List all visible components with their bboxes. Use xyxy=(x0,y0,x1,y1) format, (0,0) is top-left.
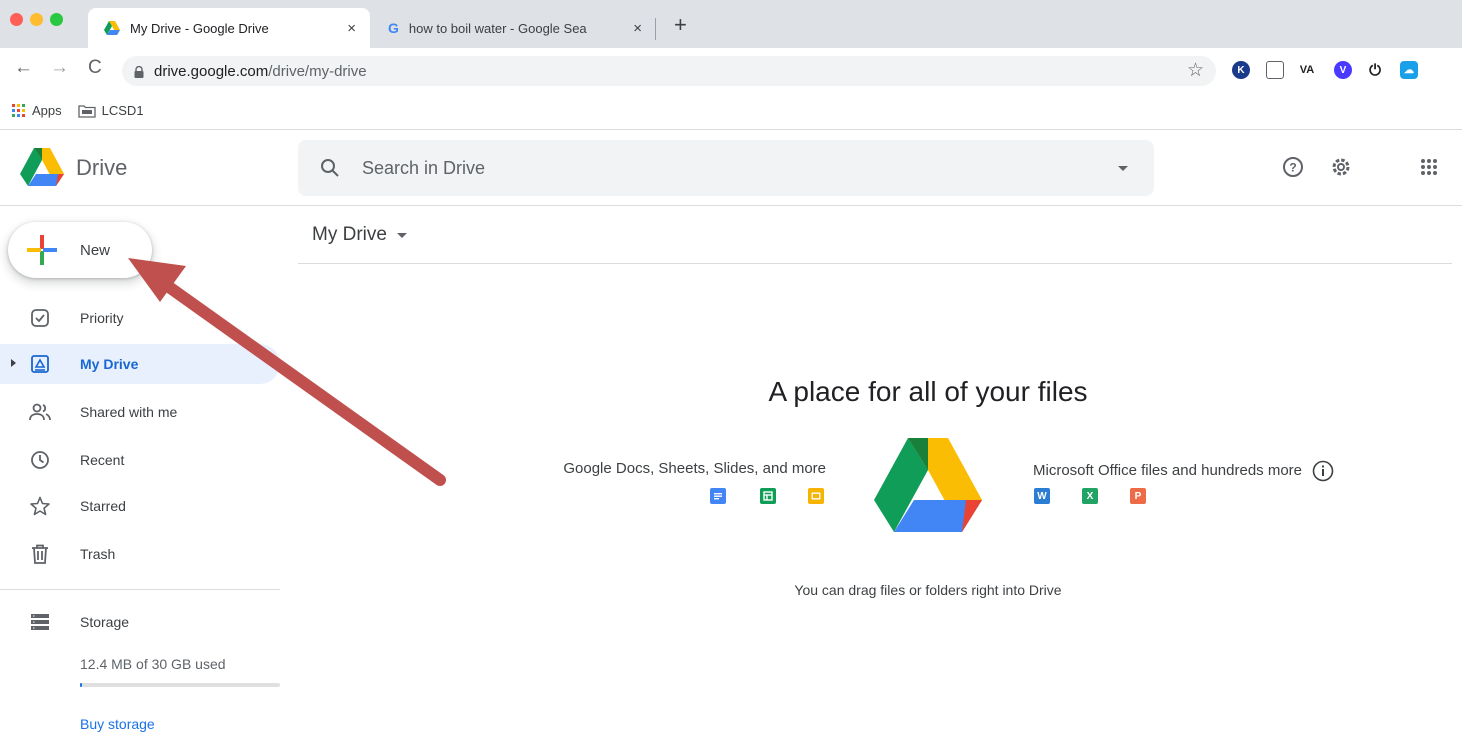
drive-logo-large-icon xyxy=(874,438,982,532)
storage-progress-bar xyxy=(80,683,280,687)
bookmark-star-icon[interactable]: ☆ xyxy=(1187,59,1204,82)
google-sheets-icon xyxy=(760,488,776,504)
buy-storage-link[interactable]: Buy storage xyxy=(80,716,155,732)
sidebar-item-recent[interactable]: Recent xyxy=(0,440,280,480)
drag-hint-text: You can drag files or folders right into… xyxy=(794,582,1062,598)
sidebar-item-priority[interactable]: Priority xyxy=(0,298,280,338)
reload-icon[interactable]: C xyxy=(88,58,102,78)
settings-gear-icon[interactable] xyxy=(1330,156,1352,178)
bookmark-lcsd1[interactable]: LCSD1 xyxy=(77,103,144,118)
folder-icon xyxy=(77,104,96,118)
sidebar-item-my-drive[interactable]: My Drive xyxy=(0,344,280,384)
my-drive-icon xyxy=(28,352,52,376)
storage-icon xyxy=(28,610,52,634)
star-icon xyxy=(28,494,52,518)
page-title: My Drive xyxy=(312,224,387,245)
drive-logo-icon xyxy=(20,148,64,186)
apps-grid-icon[interactable] xyxy=(1420,158,1438,176)
sidebar-item-label: Storage xyxy=(80,614,130,630)
bookmark-apps[interactable]: Apps xyxy=(12,103,62,118)
svg-text:?: ? xyxy=(1289,161,1296,175)
plus-icon xyxy=(27,235,57,265)
extension-k-icon[interactable]: K xyxy=(1232,61,1250,79)
google-docs-icon xyxy=(710,488,726,504)
empty-state-title: A place for all of your files xyxy=(768,376,1088,407)
info-icon[interactable] xyxy=(1312,460,1334,482)
tab-close-icon[interactable]: × xyxy=(633,20,642,37)
powerpoint-icon: P xyxy=(1130,488,1146,504)
back-arrow-icon[interactable]: ← xyxy=(14,58,33,78)
help-icon[interactable]: ? xyxy=(1282,156,1304,178)
sidebar-item-label: Shared with me xyxy=(80,404,178,420)
tab-close-icon[interactable]: × xyxy=(347,20,356,37)
forward-arrow-icon[interactable]: → xyxy=(50,58,69,78)
minimize-window-button[interactable] xyxy=(30,13,43,26)
shared-people-icon xyxy=(28,400,52,424)
google-docs-text: Google Docs, Sheets, Slides, and more xyxy=(563,460,826,477)
close-window-button[interactable] xyxy=(10,13,23,26)
my-drive-dropdown[interactable]: My Drive xyxy=(312,224,407,246)
extension-cloud-icon[interactable]: ☁ xyxy=(1400,61,1418,79)
google-drive-favicon-icon xyxy=(104,21,120,35)
bookmark-label: Apps xyxy=(32,103,62,118)
sidebar-item-shared-with-me[interactable]: Shared with me xyxy=(0,392,280,432)
extension-power-icon[interactable]: ⏻ xyxy=(1366,61,1384,79)
priority-check-icon xyxy=(28,306,52,330)
tab-my-drive[interactable]: My Drive - Google Drive × xyxy=(88,8,370,48)
maximize-window-button[interactable] xyxy=(50,13,63,26)
url-path: /drive/my-drive xyxy=(268,62,367,80)
new-tab-button[interactable]: + xyxy=(674,14,687,36)
extension-screencast-icon[interactable] xyxy=(1266,61,1284,79)
browser-tab-bar: My Drive - Google Drive × G how to boil … xyxy=(0,0,1462,48)
sidebar-item-storage[interactable]: Storage xyxy=(0,602,280,642)
google-favicon-icon: G xyxy=(388,20,399,36)
clock-icon xyxy=(28,448,52,472)
sidebar-item-label: My Drive xyxy=(80,356,139,372)
search-options-icon[interactable] xyxy=(1118,166,1128,171)
extension-v-icon[interactable]: V xyxy=(1334,61,1352,79)
search-input[interactable]: Search in Drive xyxy=(362,158,485,179)
browser-toolbar: ← → C drive.google.com/drive/my-drive ☆ … xyxy=(0,48,1462,92)
main-divider xyxy=(298,263,1452,264)
address-bar[interactable]: drive.google.com/drive/my-drive ☆ xyxy=(122,56,1216,86)
excel-icon: X xyxy=(1082,488,1098,504)
new-button-label: New xyxy=(80,241,111,259)
trash-icon xyxy=(28,542,52,566)
url-host: drive.google.com xyxy=(154,62,269,80)
sidebar-divider xyxy=(0,589,280,590)
new-button[interactable]: New xyxy=(8,222,152,278)
extension-wa-icon[interactable]: VA xyxy=(1298,61,1316,79)
storage-progress-fill xyxy=(80,683,82,687)
search-icon[interactable] xyxy=(320,158,340,178)
sidebar-item-label: Recent xyxy=(80,452,125,468)
drive-wordmark: Drive xyxy=(76,155,128,180)
sidebar-item-trash[interactable]: Trash xyxy=(0,534,280,574)
expand-caret-icon[interactable] xyxy=(11,359,16,367)
chevron-down-icon xyxy=(396,232,407,238)
google-slides-icon xyxy=(808,488,824,504)
tab-title: how to boil water - Google Sea xyxy=(408,20,587,36)
microsoft-office-text: Microsoft Office files and hundreds more xyxy=(1033,460,1334,482)
sidebar-item-starred[interactable]: Starred xyxy=(0,486,280,526)
sidebar-item-label: Starred xyxy=(80,498,126,514)
bookmarks-bar: Apps LCSD1 xyxy=(0,92,1462,130)
tab-google-search[interactable]: G how to boil water - Google Sea × xyxy=(374,8,654,48)
word-icon: W xyxy=(1034,488,1050,504)
sidebar-item-label: Trash xyxy=(80,546,116,562)
tab-separator xyxy=(655,18,656,40)
bookmark-label: LCSD1 xyxy=(101,103,144,118)
sidebar-item-label: Priority xyxy=(80,310,124,326)
search-bar[interactable]: Search in Drive xyxy=(298,140,1154,196)
apps-grid-icon xyxy=(12,103,25,117)
drive-header: Drive Search in Drive ? xyxy=(0,130,1462,206)
microsoft-office-label: Microsoft Office files and hundreds more xyxy=(1033,461,1303,479)
lock-icon xyxy=(134,65,144,78)
storage-used-text: 12.4 MB of 30 GB used xyxy=(80,656,226,672)
tab-title: My Drive - Google Drive xyxy=(130,20,269,36)
